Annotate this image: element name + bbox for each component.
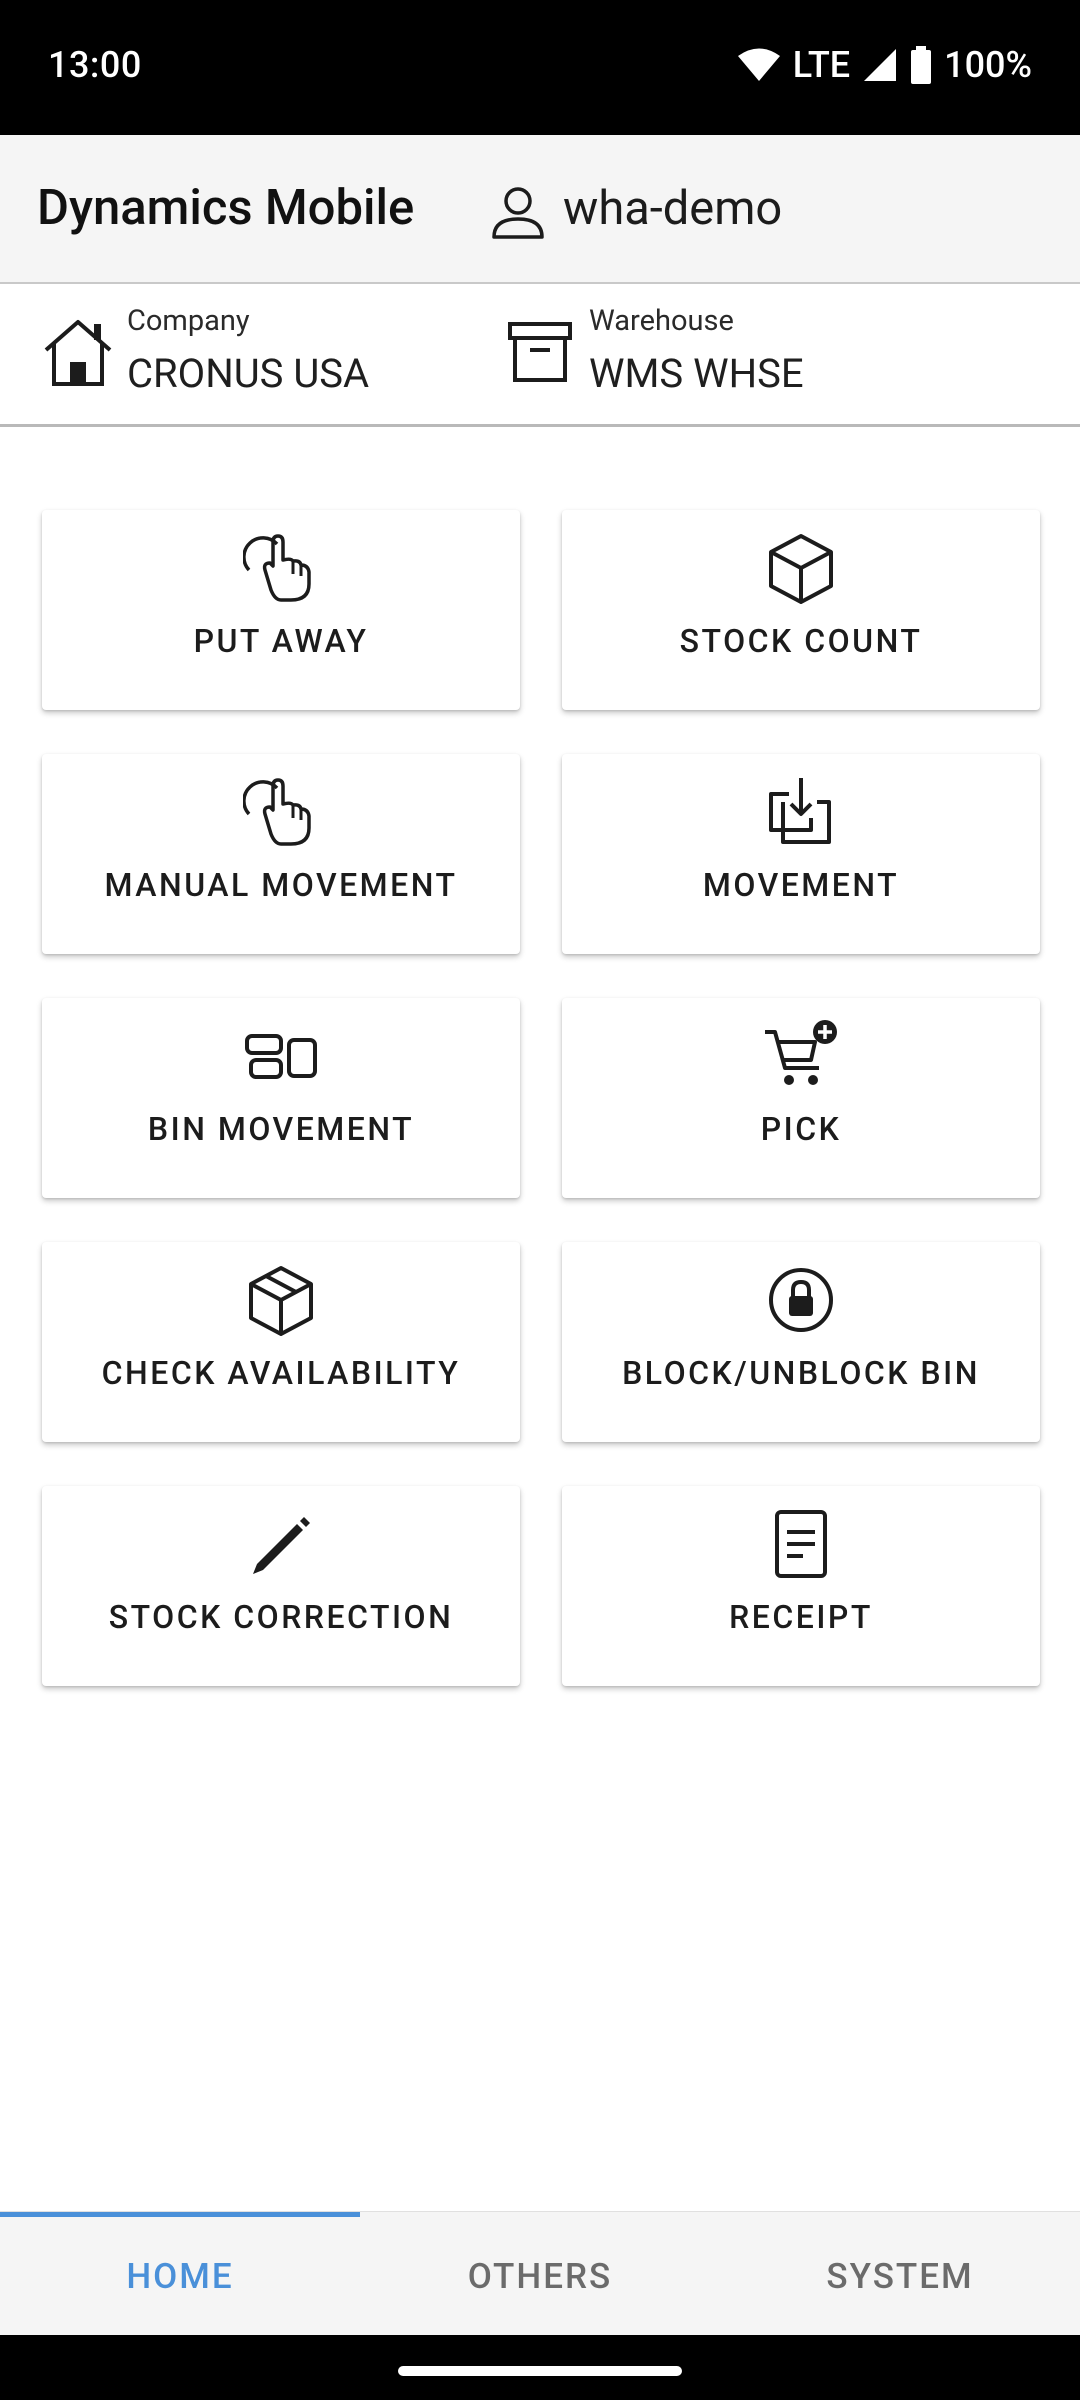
archive-icon — [508, 322, 572, 382]
tile-label: BLOCK/UNBLOCK BIN — [622, 1354, 980, 1392]
bottom-navigation: HOME OTHERS SYSTEM — [0, 2211, 1080, 2336]
stock-correction-tile[interactable]: STOCK CORRECTION — [42, 1486, 520, 1686]
battery-icon — [911, 46, 932, 84]
app-bar: Dynamics Mobile wha-demo — [0, 135, 1080, 284]
tile-label: BIN MOVEMENT — [147, 1110, 415, 1148]
put-away-tile[interactable]: PUT AWAY — [42, 510, 520, 710]
status-bar: 13:00 LTE 100% — [0, 0, 1080, 135]
pencil-icon — [253, 1517, 310, 1574]
tab-home-label: HOME — [126, 2256, 234, 2297]
home-icon — [44, 320, 112, 386]
import-box-icon — [769, 778, 831, 844]
hand-pointer-icon — [243, 534, 311, 602]
tile-label: MOVEMENT — [702, 866, 900, 904]
tile-label: CHECK AVAILABILITY — [101, 1354, 461, 1392]
tab-home[interactable]: HOME — [0, 2212, 360, 2336]
system-gesture-bar — [0, 2335, 1080, 2400]
bin-movement-tile[interactable]: BIN MOVEMENT — [42, 998, 520, 1198]
battery-level: 100% — [944, 44, 1032, 86]
user-icon[interactable] — [488, 181, 548, 241]
lock-circle-icon — [769, 1268, 833, 1332]
cube-icon — [769, 534, 833, 604]
pick-tile[interactable]: PICK — [562, 998, 1040, 1198]
tile-label: STOCK CORRECTION — [108, 1598, 454, 1636]
tab-others[interactable]: OTHERS — [360, 2212, 720, 2336]
manual-movement-tile[interactable]: MANUAL MOVEMENT — [42, 754, 520, 954]
check-availability-tile[interactable]: CHECK AVAILABILITY — [42, 1242, 520, 1442]
document-icon — [775, 1510, 827, 1578]
warehouse-value[interactable]: WMS WHSE — [589, 350, 804, 397]
tile-label: MANUAL MOVEMENT — [104, 866, 458, 904]
status-time: 13:00 — [48, 44, 142, 86]
company-value[interactable]: CRONUS USA — [127, 350, 369, 397]
network-type: LTE — [792, 44, 851, 86]
bins-layout-icon — [245, 1034, 317, 1079]
movement-tile[interactable]: MOVEMENT — [562, 754, 1040, 954]
hand-pointer-icon — [243, 778, 311, 846]
tab-others-label: OTHERS — [467, 2256, 613, 2297]
user-name[interactable]: wha-demo — [563, 181, 782, 236]
block-unblock-bin-tile[interactable]: BLOCK/UNBLOCK BIN — [562, 1242, 1040, 1442]
tile-label: PICK — [760, 1110, 842, 1148]
warehouse-label: Warehouse — [589, 304, 734, 338]
stock-count-tile[interactable]: STOCK COUNT — [562, 510, 1040, 710]
package-icon — [249, 1266, 313, 1336]
tile-label: STOCK COUNT — [679, 622, 923, 660]
receipt-tile[interactable]: RECEIPT — [562, 1486, 1040, 1686]
home-gesture-handle[interactable] — [398, 2366, 682, 2376]
tile-label: RECEIPT — [729, 1598, 873, 1636]
cart-plus-icon — [765, 1020, 837, 1085]
tile-label: PUT AWAY — [193, 622, 369, 660]
tab-system[interactable]: SYSTEM — [720, 2212, 1080, 2336]
context-bar: Company CRONUS USA Warehouse WMS WHSE — [0, 284, 1080, 427]
tab-system-label: SYSTEM — [826, 2256, 974, 2297]
status-indicators: LTE 100% — [737, 40, 1032, 90]
app-title: Dynamics Mobile — [37, 179, 415, 236]
cell-signal-icon — [864, 49, 897, 81]
wifi-icon — [737, 48, 780, 81]
company-label: Company — [127, 304, 250, 338]
